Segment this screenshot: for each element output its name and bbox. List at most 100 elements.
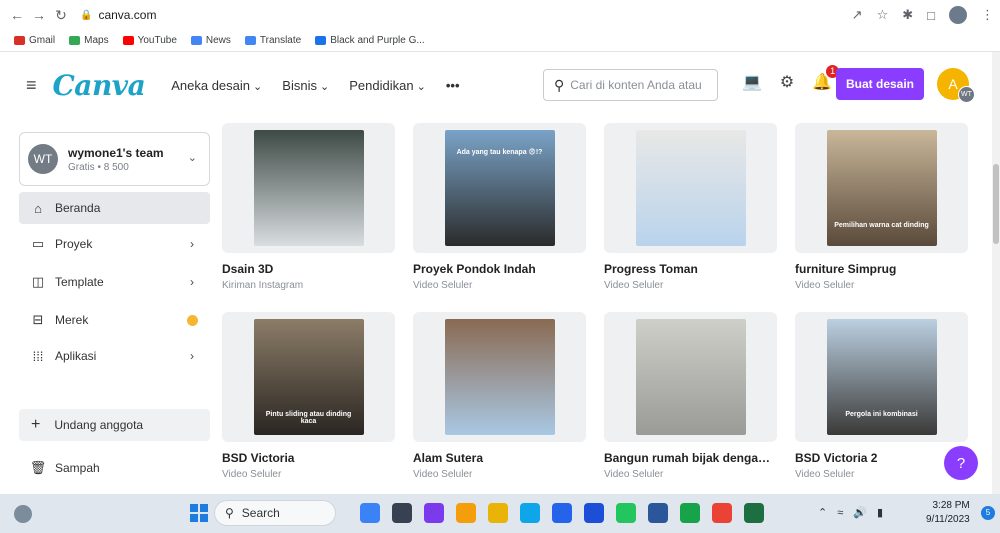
design-card[interactable]: Progress Toman Video Seluler: [604, 123, 777, 291]
design-card[interactable]: Ada yang tau kenapa 😨!? Proyek Pondok Ind…: [413, 123, 586, 291]
sidebar-item-aplikasi[interactable]: ⁞⁞⁞ Aplikasi ›: [19, 340, 210, 372]
help-button[interactable]: ?: [944, 446, 978, 480]
design-title[interactable]: Alam Sutera: [413, 451, 586, 465]
design-type: Video Seluler: [604, 469, 664, 480]
settings-gear-icon[interactable]: ⚙: [780, 72, 794, 92]
sidepanel-icon[interactable]: □: [927, 8, 935, 23]
taskbar-app-icon[interactable]: [744, 503, 764, 523]
bookmark-icon: [69, 36, 81, 45]
taskbar-app-icon[interactable]: [680, 503, 700, 523]
taskbar-app-icon[interactable]: [648, 503, 668, 523]
sidebar-item-template[interactable]: ◫ Template ›: [19, 266, 210, 298]
taskbar-clock[interactable]: 3:28 PM 9/11/2023: [926, 499, 970, 527]
scrollbar-thumb[interactable]: [993, 164, 999, 244]
sidebar-item-label: Beranda: [55, 201, 101, 215]
canva-logo[interactable]: Canva: [53, 69, 146, 102]
avatar-letter: A: [948, 76, 958, 92]
notification-count-badge[interactable]: 5: [981, 506, 995, 520]
design-card[interactable]: Pergola ini kombinasi BSD Victoria 2 Video…: [795, 312, 968, 480]
design-card[interactable]: Pemilihan warna cat dinding furniture Sim…: [795, 123, 968, 291]
team-name: wymone1's team: [68, 145, 164, 160]
design-type: Video Seluler: [413, 280, 473, 291]
reload-icon[interactable]: ↻: [50, 7, 72, 24]
design-preview-image: Pergola ini kombinasi: [826, 319, 937, 435]
profile-avatar[interactable]: [949, 6, 967, 24]
nav-pendidikan[interactable]: Pendidikan: [349, 78, 426, 93]
design-title[interactable]: Bangun rumah bijak dengan ko...: [604, 451, 777, 465]
design-preview-image: [635, 130, 746, 246]
design-card[interactable]: Bangun rumah bijak dengan ko... Video Sel…: [604, 312, 777, 480]
design-title[interactable]: BSD Victoria: [222, 451, 395, 465]
notification-bell-icon[interactable]: 🔔 1: [812, 65, 840, 92]
taskbar-app-icon[interactable]: [360, 503, 380, 523]
page-scrollbar[interactable]: [992, 52, 1000, 494]
taskbar-apps: [360, 503, 764, 523]
clock-date: 9/11/2023: [926, 514, 970, 525]
address-bar[interactable]: 🔒 canva.com: [80, 8, 156, 22]
more-menu[interactable]: •••: [446, 78, 460, 93]
desktop-app-icon[interactable]: 💻: [742, 72, 762, 92]
taskbar-app-icon[interactable]: [616, 503, 636, 523]
taskbar-app-icon[interactable]: [456, 503, 476, 523]
design-thumbnail[interactable]: Pemilihan warna cat dinding: [795, 123, 968, 253]
design-thumbnail[interactable]: [222, 123, 395, 253]
hamburger-icon[interactable]: ≡: [26, 75, 37, 96]
clock-time: 3:28 PM: [932, 500, 970, 511]
design-title[interactable]: Proyek Pondok Indah: [413, 262, 586, 276]
folder-icon: ▭: [31, 236, 45, 251]
star-icon[interactable]: ☆: [877, 7, 889, 23]
battery-icon[interactable]: ▮: [877, 506, 883, 519]
search-input[interactable]: ⚲ Cari di konten Anda atau: [543, 69, 718, 101]
widgets-icon[interactable]: [14, 505, 32, 523]
wifi-icon[interactable]: ≈: [837, 507, 843, 519]
design-thumbnail[interactable]: Pintu sliding atau dinding kaca: [222, 312, 395, 442]
design-thumbnail[interactable]: [604, 123, 777, 253]
extensions-icon[interactable]: ✱: [902, 7, 913, 23]
design-title[interactable]: Progress Toman: [604, 262, 777, 276]
bookmark-item[interactable]: Translate: [244, 35, 301, 46]
taskbar-search-input[interactable]: ⚲ Search: [214, 500, 336, 526]
nav-bisnis[interactable]: Bisnis: [282, 78, 329, 93]
nav-aneka-desain[interactable]: Aneka desain: [171, 78, 262, 93]
taskbar-app-icon[interactable]: [520, 503, 540, 523]
design-title[interactable]: furniture Simprug: [795, 262, 968, 276]
back-icon[interactable]: ←: [6, 7, 28, 23]
forward-icon[interactable]: →: [28, 7, 50, 23]
sidebar-item-proyek[interactable]: ▭ Proyek ›: [19, 228, 210, 260]
invite-members-button[interactable]: + Undang anggota: [19, 409, 210, 441]
design-thumbnail[interactable]: [413, 312, 586, 442]
bookmark-item[interactable]: YouTube: [122, 35, 177, 46]
taskbar-app-icon[interactable]: [552, 503, 572, 523]
design-title[interactable]: Dsain 3D: [222, 262, 395, 276]
design-thumbnail[interactable]: Ada yang tau kenapa 😨!?: [413, 123, 586, 253]
design-card[interactable]: Alam Sutera Video Seluler: [413, 312, 586, 480]
design-card[interactable]: Pintu sliding atau dinding kaca BSD Victo…: [222, 312, 395, 480]
sidebar-item-beranda[interactable]: ⌂ Beranda: [19, 192, 210, 224]
design-thumbnail[interactable]: [604, 312, 777, 442]
bookmark-item[interactable]: News: [190, 35, 231, 46]
bookmark-item[interactable]: Black and Purple G...: [315, 35, 425, 46]
windows-start-icon[interactable]: [190, 504, 208, 522]
volume-icon[interactable]: 🔊: [853, 506, 867, 519]
taskbar-app-icon[interactable]: [712, 503, 732, 523]
design-preview-image: [253, 130, 364, 246]
design-thumbnail[interactable]: Pergola ini kombinasi: [795, 312, 968, 442]
sidebar-item-merek[interactable]: ⊟ Merek: [19, 304, 210, 336]
system-tray: ⌃ ≈ 🔊 ▮: [818, 506, 883, 520]
sidebar-item-label: Proyek: [55, 237, 93, 251]
share-icon[interactable]: ↗: [852, 7, 863, 23]
chevron-up-icon[interactable]: ⌃: [818, 506, 827, 519]
design-card[interactable]: Dsain 3D Kiriman Instagram: [222, 123, 395, 291]
bookmark-item[interactable]: Gmail: [14, 35, 55, 46]
create-design-button[interactable]: Buat desain: [836, 68, 924, 100]
sidebar-item-trash[interactable]: 🗑 Sampah: [19, 452, 210, 484]
taskbar-app-icon[interactable]: [488, 503, 508, 523]
taskbar-app-icon[interactable]: [584, 503, 604, 523]
menu-dots-icon[interactable]: ⋮: [981, 7, 994, 23]
bookmark-item[interactable]: Maps: [69, 35, 109, 46]
user-avatar[interactable]: A WT: [937, 68, 975, 103]
team-switcher[interactable]: WT wymone1's team Gratis • 8 500 ⌄: [19, 132, 210, 186]
design-title[interactable]: BSD Victoria 2: [795, 451, 968, 465]
taskbar-app-icon[interactable]: [392, 503, 412, 523]
taskbar-app-icon[interactable]: [424, 503, 444, 523]
